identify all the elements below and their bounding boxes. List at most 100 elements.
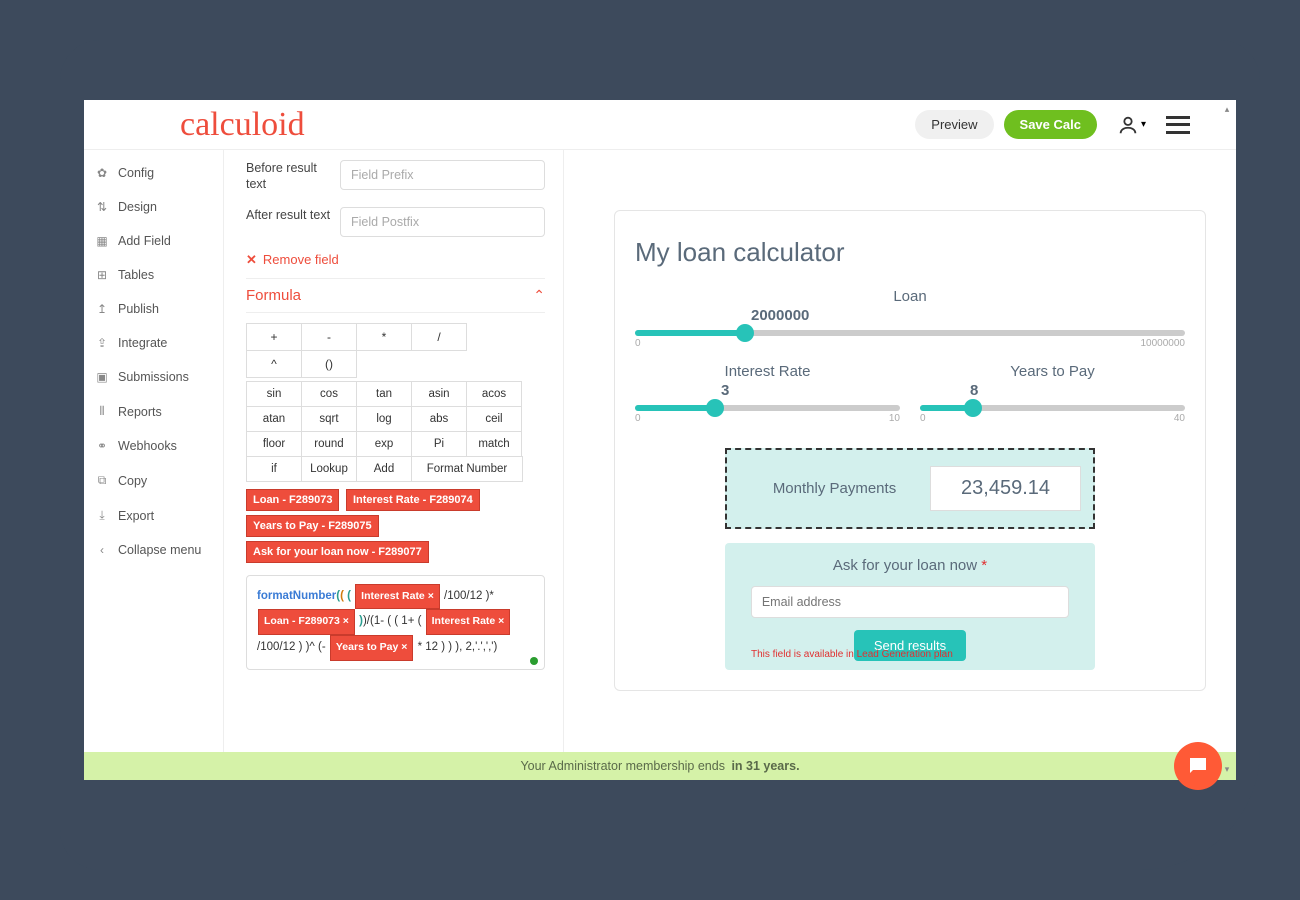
- fn-floor[interactable]: floor: [246, 431, 302, 457]
- user-menu-dropdown[interactable]: ▾: [1117, 114, 1146, 136]
- sidebar-item-copy[interactable]: ⧉ Copy: [84, 463, 223, 498]
- hamburger-menu-icon[interactable]: [1166, 116, 1190, 134]
- membership-footer: Your Administrator membership ends in 31…: [84, 752, 1236, 780]
- after-result-label: After result text: [246, 207, 340, 223]
- field-postfix-input[interactable]: [340, 207, 545, 237]
- fn-asin[interactable]: asin: [411, 381, 467, 407]
- formula-token-interest-rate[interactable]: Interest Rate ×: [355, 584, 440, 610]
- sidebar-item-label: Add Field: [118, 234, 171, 248]
- sidebar-item-design[interactable]: ⇅Design: [84, 190, 223, 224]
- sidebar-item-label: Integrate: [118, 336, 167, 350]
- sidebar-item-publish[interactable]: ↥Publish: [84, 292, 223, 326]
- sidebar-item-label: Collapse menu: [118, 543, 201, 557]
- sidebar-item-reports[interactable]: ⫴Reports: [84, 394, 223, 429]
- rate-slider-label: Interest Rate: [635, 363, 900, 380]
- years-slider[interactable]: [920, 405, 1185, 411]
- fn-sqrt[interactable]: sqrt: [301, 406, 357, 432]
- formula-section-title: Formula: [246, 287, 533, 304]
- rate-slider-value: 3: [635, 382, 900, 399]
- years-min: 0: [920, 413, 926, 424]
- formula-valid-indicator-icon: [530, 657, 538, 665]
- formula-token-interest-rate-2[interactable]: Interest Rate ×: [426, 609, 511, 635]
- fn-ceil[interactable]: ceil: [466, 406, 522, 432]
- formula-token-loan[interactable]: Loan - F289073 ×: [258, 609, 355, 635]
- preview-button[interactable]: Preview: [915, 110, 993, 139]
- years-slider-label: Years to Pay: [920, 363, 1185, 380]
- fn-log[interactable]: log: [356, 406, 412, 432]
- result-field-selected[interactable]: Monthly Payments 23,459.14: [725, 448, 1095, 529]
- sidebar-item-label: Export: [118, 509, 154, 523]
- sidebar-item-webhooks[interactable]: ⚭Webhooks: [84, 429, 223, 463]
- years-slider-value: 8: [920, 382, 1185, 399]
- years-max: 40: [1174, 413, 1185, 424]
- remove-field-button[interactable]: ✕Remove field: [246, 252, 339, 268]
- table-icon: ⊞: [94, 268, 110, 282]
- sidebar-item-label: Submissions: [118, 370, 189, 384]
- rate-min: 0: [635, 413, 641, 424]
- save-calc-button[interactable]: Save Calc: [1004, 110, 1097, 139]
- webhook-icon: ⚭: [94, 439, 110, 453]
- op-mult[interactable]: *: [356, 323, 412, 351]
- fn-abs[interactable]: abs: [411, 406, 467, 432]
- loan-slider[interactable]: [635, 330, 1185, 336]
- chat-icon: [1186, 754, 1210, 778]
- tag-loan[interactable]: Loan - F289073: [246, 489, 339, 511]
- sidebar-item-integrate[interactable]: ⇪ Integrate: [84, 326, 223, 360]
- field-tags: Loan - F289073 Interest Rate - F289074 Y…: [246, 487, 545, 565]
- years-slider-group: Years to Pay 8 0 40: [920, 363, 1185, 424]
- sidebar-item-submissions[interactable]: ▣ Submissions: [84, 360, 223, 394]
- loan-min: 0: [635, 338, 641, 349]
- op-pow[interactable]: ^: [246, 350, 302, 378]
- vertical-scrollbar[interactable]: ▴ ▾: [1222, 104, 1232, 776]
- submissions-icon: ▣: [94, 370, 110, 384]
- tag-years-to-pay[interactable]: Years to Pay - F289075: [246, 515, 379, 537]
- fn-add[interactable]: Add: [356, 456, 412, 482]
- field-prefix-input[interactable]: [340, 160, 545, 190]
- sidebar-item-label: Copy: [118, 474, 147, 488]
- email-input[interactable]: [751, 586, 1069, 618]
- chevron-left-icon: ‹: [94, 543, 110, 557]
- years-slider-thumb[interactable]: [964, 399, 982, 417]
- formula-editor[interactable]: formatNumber(( ( Interest Rate × /100/12…: [246, 575, 545, 671]
- operator-buttons: + - * / ^ (): [246, 323, 545, 377]
- sidebar-item-collapse[interactable]: ‹ Collapse menu: [84, 533, 223, 567]
- fn-sin[interactable]: sin: [246, 381, 302, 407]
- tag-interest-rate[interactable]: Interest Rate - F289074: [346, 489, 480, 511]
- fn-format-number[interactable]: Format Number: [411, 456, 523, 482]
- fn-cos[interactable]: cos: [301, 381, 357, 407]
- fn-atan[interactable]: atan: [246, 406, 302, 432]
- fn-exp[interactable]: exp: [356, 431, 412, 457]
- sidebar-item-config[interactable]: ✿Config: [84, 156, 223, 190]
- op-minus[interactable]: -: [301, 323, 357, 351]
- gear-icon: ✿: [94, 166, 110, 180]
- formula-token-years[interactable]: Years to Pay ×: [330, 635, 414, 661]
- sidebar-item-tables[interactable]: ⊞ Tables: [84, 258, 223, 292]
- sidebar-item-export[interactable]: ⤓Export: [84, 498, 223, 533]
- field-editor-panel: Before result text After result text ✕Re…: [224, 150, 564, 752]
- sidebar-item-label: Publish: [118, 302, 159, 316]
- fn-round[interactable]: round: [301, 431, 357, 457]
- loan-slider-thumb[interactable]: [736, 324, 754, 342]
- sidebar-item-add-field[interactable]: ▦Add Field: [84, 224, 223, 258]
- op-div[interactable]: /: [411, 323, 467, 351]
- formula-section-header[interactable]: Formula ⌃: [246, 278, 545, 313]
- rate-slider[interactable]: [635, 405, 900, 411]
- required-asterisk: *: [981, 557, 987, 574]
- sidebar-item-label: Tables: [118, 268, 154, 282]
- fn-lookup[interactable]: Lookup: [301, 456, 357, 482]
- fn-match[interactable]: match: [466, 431, 522, 457]
- rate-slider-thumb[interactable]: [706, 399, 724, 417]
- fn-acos[interactable]: acos: [466, 381, 522, 407]
- integrate-icon: ⇪: [94, 336, 110, 350]
- fn-if[interactable]: if: [246, 456, 302, 482]
- fn-pi[interactable]: Pi: [411, 431, 467, 457]
- copy-icon: ⧉: [94, 473, 110, 488]
- op-paren[interactable]: (): [301, 350, 357, 378]
- chevron-up-icon: ⌃: [533, 287, 545, 304]
- tag-ask-loan[interactable]: Ask for your loan now - F289077: [246, 541, 429, 563]
- rate-max: 10: [889, 413, 900, 424]
- chat-support-button[interactable]: [1174, 742, 1222, 790]
- fn-tan[interactable]: tan: [356, 381, 412, 407]
- logo: calculoid: [100, 106, 305, 144]
- op-plus[interactable]: +: [246, 323, 302, 351]
